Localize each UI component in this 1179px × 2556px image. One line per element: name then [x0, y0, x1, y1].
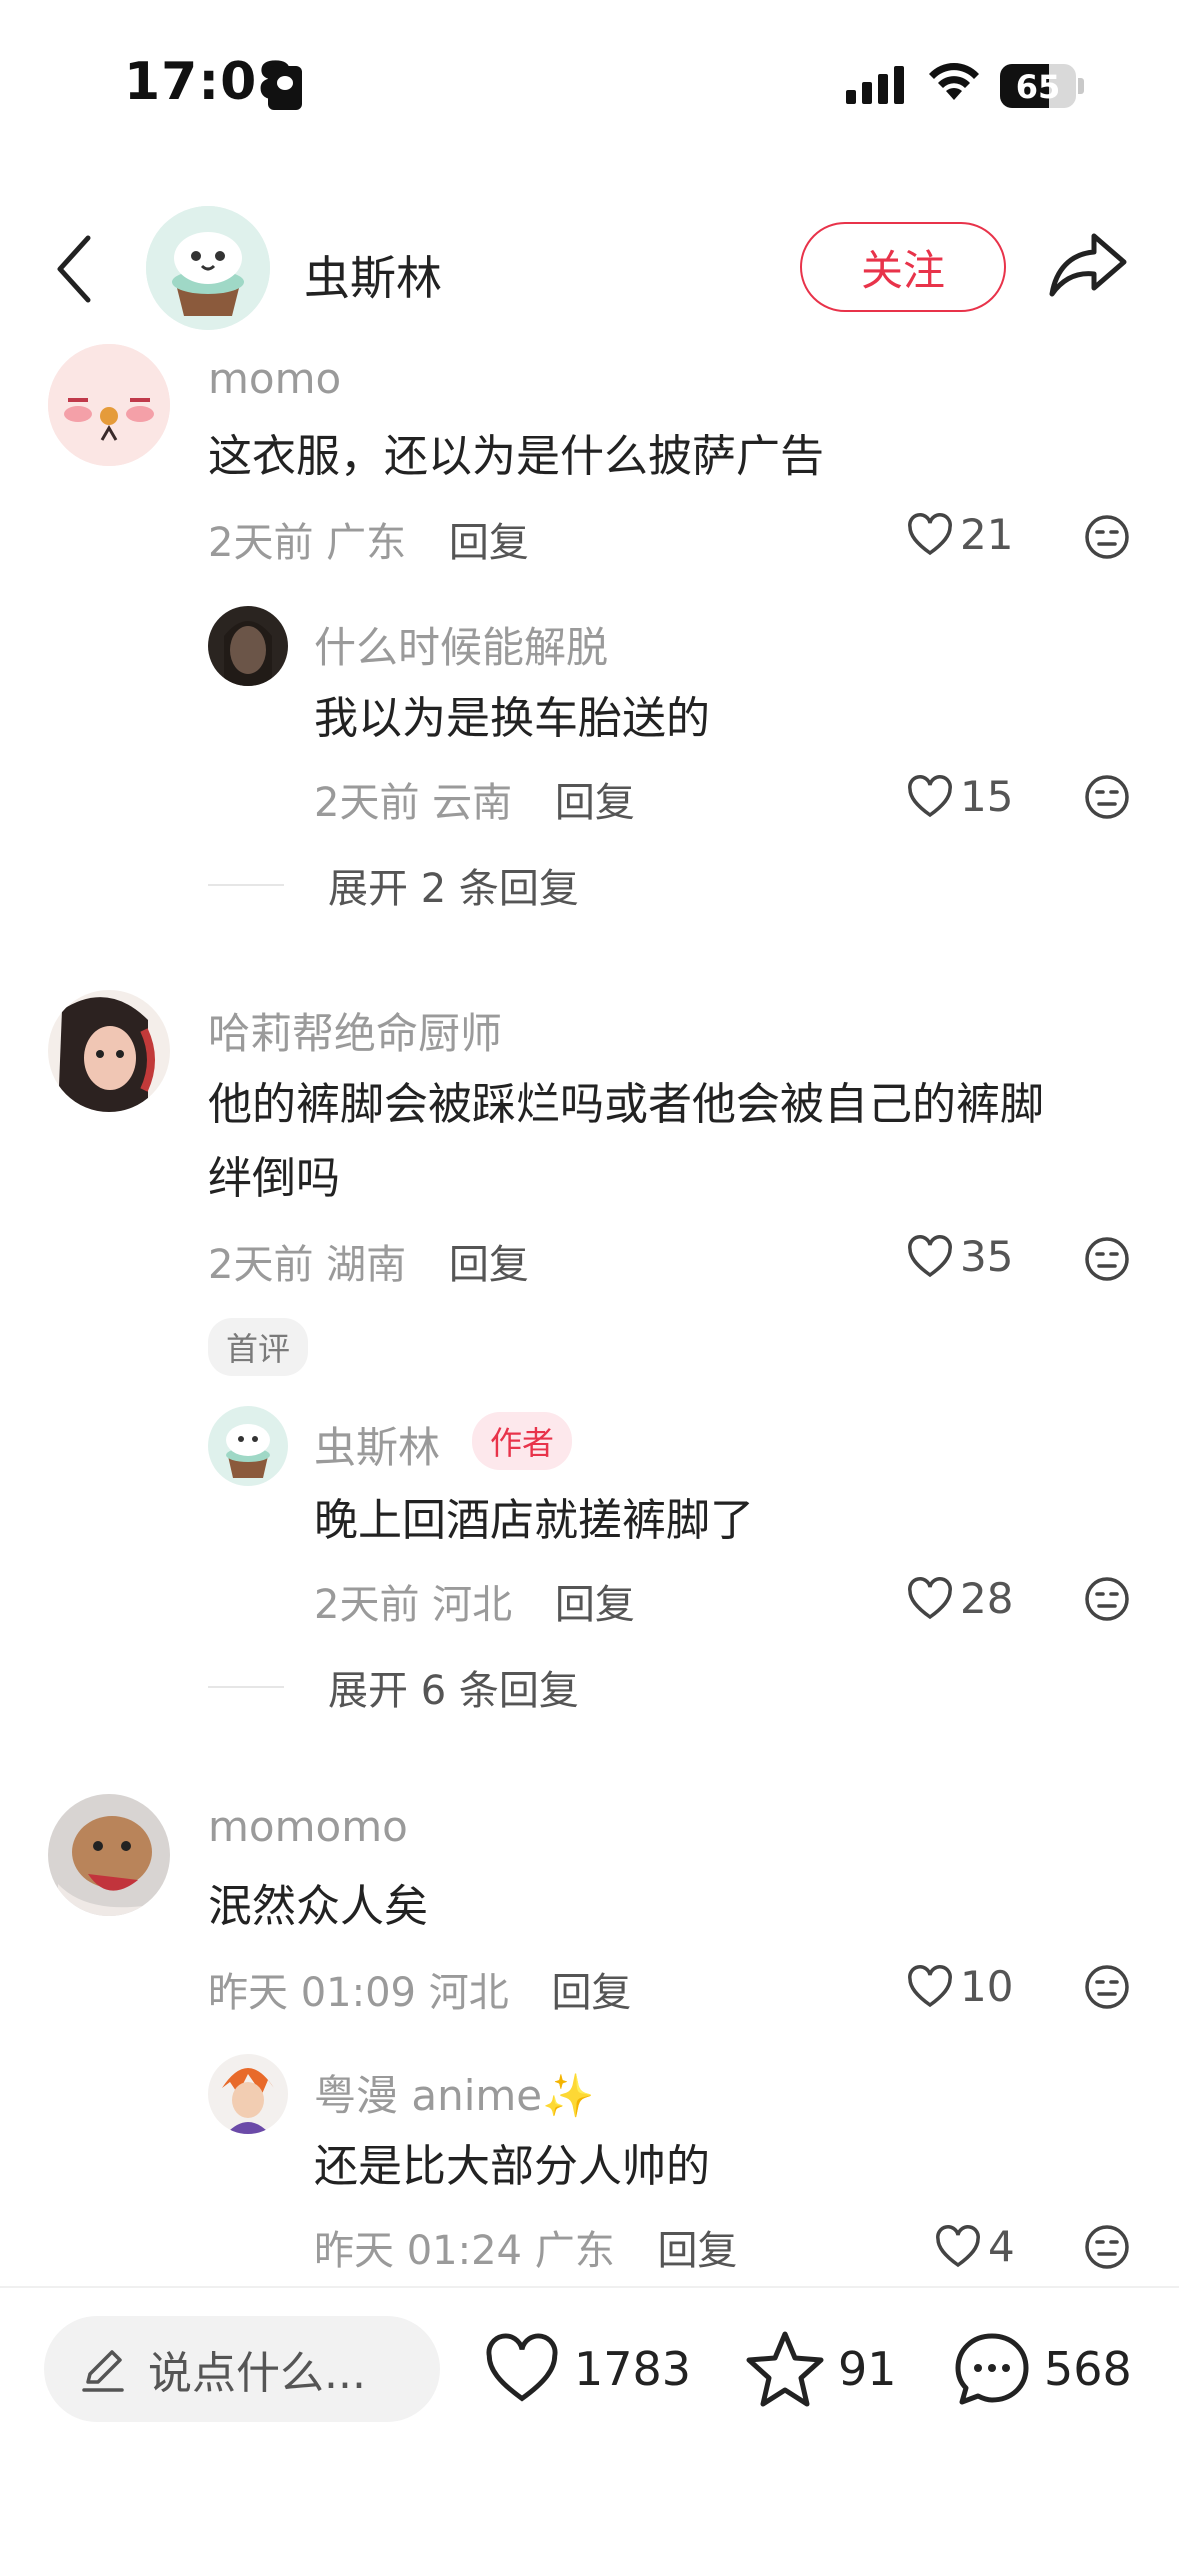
comment-meta: 2天前 广东 回复 — [208, 510, 529, 568]
reply-button[interactable]: 回复 — [657, 2228, 737, 2274]
contact-card-icon — [268, 66, 302, 110]
page-title: 虫斯林 — [304, 251, 442, 305]
heart-icon — [908, 1234, 952, 1277]
comment-text: 这衣服，还以为是什么披萨广告 — [208, 431, 824, 482]
like-count: 21 — [960, 510, 1014, 559]
reply-button[interactable]: 回复 — [449, 520, 529, 566]
like-count: 15 — [960, 772, 1014, 821]
comment-text: 我以为是换车胎送的 — [314, 693, 710, 744]
dislike-face-icon[interactable] — [1084, 1236, 1130, 1286]
post-like-count: 1783 — [574, 2342, 692, 2396]
expand-replies-label: 展开 6 条回复 — [328, 1668, 579, 1714]
expand-replies-button[interactable]: 展开 6 条回复 — [208, 1658, 579, 1716]
reply-button[interactable]: 回复 — [555, 1582, 635, 1628]
reply-button[interactable]: 回复 — [449, 1242, 529, 1288]
author-avatar[interactable] — [146, 206, 270, 330]
comment-location: 河北 — [428, 1970, 509, 2016]
share-icon[interactable] — [1048, 230, 1128, 304]
username[interactable]: momomo — [208, 1802, 408, 1851]
comment-time: 2天前 — [314, 1582, 420, 1628]
comment-input[interactable]: 说点什么... — [44, 2316, 440, 2422]
avatar[interactable] — [208, 606, 288, 686]
bottom-divider — [0, 2286, 1179, 2288]
like-count: 28 — [960, 1574, 1014, 1623]
comment-input-placeholder: 说点什么... — [148, 2348, 366, 2399]
dislike-face-icon[interactable] — [1084, 2224, 1130, 2274]
heart-icon — [908, 1964, 952, 2007]
star-icon — [746, 2331, 824, 2407]
avatar[interactable] — [48, 1794, 170, 1916]
comment-text: 泯然众人矣 — [208, 1881, 428, 1932]
comment-meta: 2天前 河北 回复 — [314, 1572, 635, 1630]
like-count: 35 — [960, 1232, 1014, 1281]
comment-text-line: 绊倒吗 — [208, 1153, 340, 1204]
dislike-face-icon[interactable] — [1084, 514, 1130, 564]
username[interactable]: momo — [208, 354, 341, 403]
comment-meta: 2天前 湖南 回复 — [208, 1232, 529, 1290]
like-button[interactable]: 4 — [934, 2222, 1015, 2271]
heart-icon — [908, 774, 952, 817]
comments-button[interactable]: 568 — [952, 2326, 1132, 2412]
like-button[interactable]: 21 — [906, 510, 1013, 559]
like-button[interactable]: 28 — [906, 1574, 1013, 1623]
pencil-icon — [82, 2350, 124, 2392]
comment-meta: 昨天 01:24 广东 回复 — [314, 2218, 737, 2276]
like-button[interactable]: 35 — [906, 1232, 1013, 1281]
chat-bubble-icon — [955, 2333, 1029, 2405]
comment-time: 昨天 01:24 — [314, 2228, 522, 2274]
comment-meta: 昨天 01:09 河北 回复 — [208, 1960, 631, 2018]
comment-text: 晚上回酒店就搓裤脚了 — [314, 1495, 754, 1546]
like-count: 4 — [988, 2222, 1015, 2271]
comment-location: 广东 — [326, 520, 407, 566]
avatar[interactable] — [48, 344, 170, 466]
battery-level: 65 — [1015, 68, 1061, 106]
comment-time: 2天前 — [208, 1242, 314, 1288]
wifi-icon — [926, 60, 982, 108]
like-button[interactable]: 10 — [906, 1962, 1013, 2011]
comment-count: 568 — [1044, 2342, 1132, 2396]
dislike-face-icon[interactable] — [1084, 1964, 1130, 2014]
like-post-button[interactable]: 1783 — [482, 2326, 691, 2412]
dislike-face-icon[interactable] — [1084, 1576, 1130, 1626]
reply-button[interactable]: 回复 — [555, 780, 635, 826]
follow-button[interactable]: 关注 — [800, 222, 1006, 312]
comment-time: 2天前 — [208, 520, 314, 566]
heart-icon — [936, 2224, 980, 2267]
comment-location: 广东 — [534, 2228, 615, 2274]
heart-icon — [908, 512, 952, 555]
like-button[interactable]: 15 — [906, 772, 1013, 821]
author-tag: 作者 — [472, 1412, 573, 1470]
avatar[interactable] — [208, 1406, 288, 1486]
favorite-count: 91 — [838, 2342, 897, 2396]
like-count: 10 — [960, 1962, 1014, 2011]
heart-icon — [908, 1576, 952, 1619]
avatar[interactable] — [48, 990, 170, 1112]
expand-replies-label: 展开 2 条回复 — [328, 866, 579, 912]
username[interactable]: 什么时候能解脱 — [314, 614, 608, 675]
reply-button[interactable]: 回复 — [551, 1970, 631, 2016]
comment-time: 昨天 01:09 — [208, 1970, 416, 2016]
comment-text-line: 他的裤脚会被踩烂吗或者他会被自己的裤脚 — [208, 1079, 1044, 1130]
comment-location: 湖南 — [326, 1242, 407, 1288]
battery-icon: 65 — [1000, 64, 1076, 108]
back-icon[interactable] — [54, 234, 94, 308]
username[interactable]: 哈莉帮绝命厨师 — [208, 1000, 502, 1061]
first-comment-badge: 首评 — [208, 1318, 309, 1376]
dislike-face-icon[interactable] — [1084, 774, 1130, 824]
avatar[interactable] — [208, 2054, 288, 2134]
battery-cap — [1078, 78, 1084, 94]
comment-location: 云南 — [432, 780, 513, 826]
comment-text: 还是比大部分人帅的 — [314, 2141, 710, 2192]
comment-location: 河北 — [432, 1582, 513, 1628]
username[interactable]: 虫斯林 — [314, 1414, 440, 1475]
favorite-button[interactable]: 91 — [744, 2326, 897, 2412]
username[interactable]: 粤漫 anime✨ — [314, 2062, 594, 2123]
signal-icon — [846, 66, 910, 104]
comment-meta: 2天前 云南 回复 — [314, 770, 635, 828]
heart-icon — [486, 2333, 558, 2402]
comment-time: 2天前 — [314, 780, 420, 826]
expand-replies-button[interactable]: 展开 2 条回复 — [208, 856, 579, 914]
